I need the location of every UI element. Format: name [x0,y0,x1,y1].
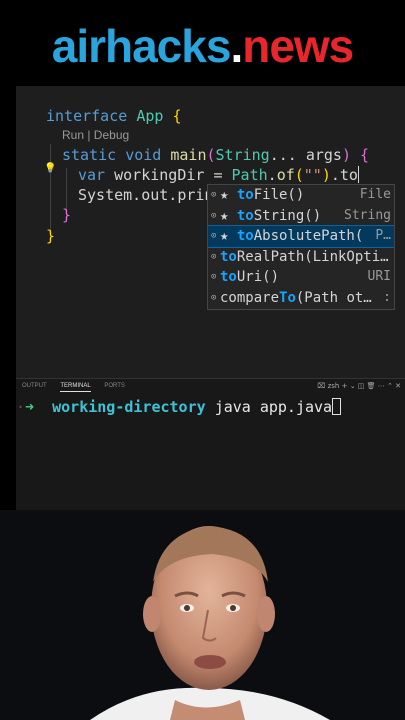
add-terminal-icon[interactable]: + [342,382,348,390]
code-close-inner[interactable]: } [62,205,71,225]
code-line-3[interactable]: var workingDir = Path.of("").to [78,165,359,185]
banner: airhacks.news [0,0,405,86]
split-icon[interactable]: ◫ [358,382,365,390]
brand-left: airhacks [51,20,232,72]
suggestion-item[interactable]: ⊙ toRealPath(LinkOpti… [208,247,394,268]
suggestion-item[interactable]: ⊙ ★ toFile() File [208,185,394,206]
suggestion-item-selected[interactable]: ⊙ ★ toAbsolutePath( P… [208,225,394,248]
bottom-panel: OUTPUT TERMINAL PORTS ⌧ zsh + ⌄ ◫ 🗑 ⋯ ⌃ … [16,378,405,510]
codelens-run-debug[interactable]: Run | Debug [62,128,129,142]
autocomplete-list[interactable]: ⊙ ★ toFile() File ⊙ ★ toString() String … [207,184,395,310]
lightbulb-icon[interactable]: 💡 [44,163,56,174]
shell-name[interactable]: zsh [328,382,340,390]
tab-ports[interactable]: PORTS [104,383,125,391]
text-cursor [357,166,359,183]
panel-tabs: OUTPUT TERMINAL PORTS [22,383,137,392]
code-line-1[interactable]: interface App { [46,106,181,126]
suggestion-item[interactable]: ⊙ ★ toString() String [208,206,394,227]
code-line-4[interactable]: System.out.print [78,185,223,205]
maximize-icon[interactable]: ⌃ [387,382,393,390]
suggestion-item[interactable]: ⊙ toUri() URI [208,267,394,288]
tab-output[interactable]: OUTPUT [22,383,47,391]
terminal-prompt[interactable]: ·➜ working-directory java app.java [16,397,342,417]
panel-toolbar: ⌧ zsh + ⌄ ◫ 🗑 ⋯ ⌃ ✕ [317,382,401,390]
brand-right: news [242,20,354,72]
close-icon[interactable]: ✕ [395,382,401,390]
chevron-down-icon[interactable]: ⌄ [350,382,356,390]
terminal-icon[interactable]: ⌧ [317,382,325,390]
brand-dot: . [230,20,243,72]
more-icon[interactable]: ⋯ [378,382,385,390]
trash-icon[interactable]: 🗑 [367,382,376,390]
brand-logo: airhacks.news [0,18,405,74]
suggestion-item[interactable]: ⊙ compareTo(Path ot… : [208,288,394,309]
webcam-presenter [0,510,405,720]
code-close-outer[interactable]: } [46,226,55,246]
code-line-2[interactable]: static void main(String... args) { [62,145,369,165]
terminal-cursor [332,398,342,415]
presenter-image [0,510,405,720]
tab-terminal[interactable]: TERMINAL [60,383,91,392]
